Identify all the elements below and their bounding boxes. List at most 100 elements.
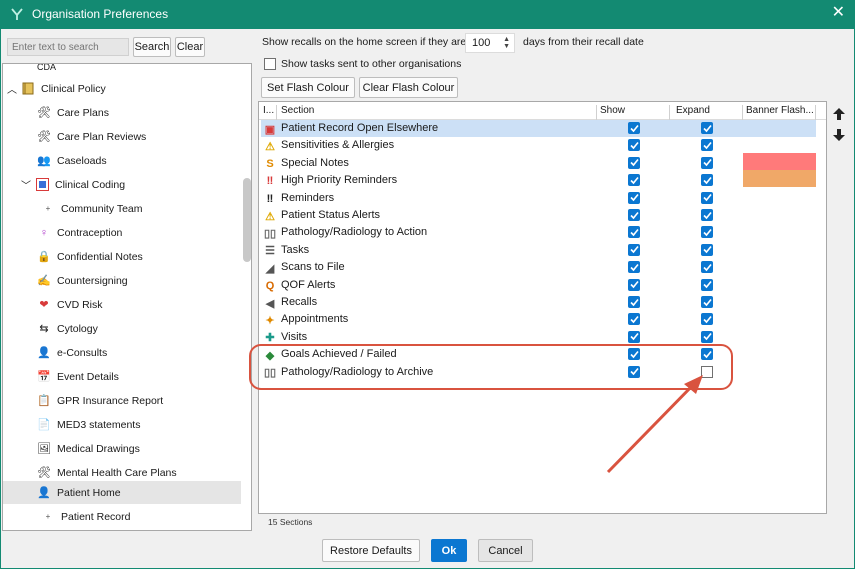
clear-search-button[interactable]: Clear [175,37,205,57]
expand-checkbox[interactable] [701,226,713,239]
clear-flash-colour-button[interactable]: Clear Flash Colour [359,77,458,98]
tree-item-care-plan-reviews[interactable]: 🛠 Care Plan Reviews [37,125,251,148]
tree-item-clinical-policy[interactable]: ︿ Clinical Policy [3,77,241,100]
stepper-arrows-icon[interactable]: ▲ ▼ [503,36,510,50]
tree-item-label: Care Plan Reviews [57,130,147,143]
tree-item-label: Cytology [57,322,98,335]
expand-checkbox[interactable] [701,191,713,204]
show-tasks-option[interactable]: Show tasks sent to other organisations [264,58,461,70]
expand-checkbox[interactable] [701,174,713,187]
expand-checkbox[interactable] [701,330,713,343]
table-row[interactable]: ⚠ Sensitivities & Allergies [259,137,826,154]
tree-item-cytology[interactable]: ⇆ Cytology [37,317,251,340]
recall-days-stepper[interactable]: 100 ▲ ▼ [465,33,515,53]
tree-item-cda[interactable]: CDA [37,64,251,78]
column-header-section[interactable]: Section [281,105,314,116]
expand-checkbox[interactable] [701,243,713,256]
tree-item-patient-home[interactable]: 👤 Patient Home [3,481,241,504]
tree-item-confidential-notes[interactable]: 🔒 Confidential Notes [37,245,251,268]
chevron-up-icon[interactable]: ︿ [7,81,21,96]
table-row[interactable]: ‼ Reminders [259,190,826,207]
test-tubes-icon: ▯▯ [263,227,277,240]
visits-icon: ✚ [265,332,275,345]
expand-checkbox[interactable] [701,122,713,134]
table-row[interactable]: ‼ High Priority Reminders [259,172,826,189]
double-exclaim-icon: ‼ [266,192,274,205]
close-icon[interactable]: ✕ [832,5,845,21]
show-checkbox[interactable] [628,296,640,308]
table-row[interactable]: ◢ Scans to File [259,259,826,276]
tree-item-patient-record[interactable]: + Patient Record [41,505,251,528]
table-row[interactable]: Q QOF Alerts [259,277,826,294]
table-row[interactable]: ◀ Recalls [259,294,826,311]
show-checkbox[interactable] [628,226,640,239]
tree-item-med3-statements[interactable]: 📄 MED3 statements [37,413,251,436]
window-title: Organisation Preferences [32,7,169,21]
warning-icon: ⚠ [265,210,275,223]
move-down-icon[interactable] [831,127,847,143]
show-checkbox[interactable] [628,122,640,134]
patient-home-icon: 👤 [37,487,51,499]
expand-checkbox[interactable] [701,209,713,221]
cancel-button[interactable]: Cancel [478,539,533,562]
table-row[interactable]: ⚠ Patient Status Alerts [259,207,826,224]
tree-item-clinical-coding[interactable]: ﹀ Clinical Coding [21,173,251,196]
search-button[interactable]: Search [133,37,171,57]
show-checkbox[interactable] [628,261,640,274]
tree-item-medical-drawings[interactable]: 🖼 Medical Drawings [37,437,251,460]
show-tasks-checkbox[interactable] [264,58,276,70]
tree-item-community-team[interactable]: + Community Team [41,197,251,220]
section-name: Special Notes [281,156,349,169]
show-checkbox[interactable] [628,243,640,256]
show-checkbox[interactable] [628,330,640,343]
expand-checkbox[interactable] [701,261,713,274]
table-row[interactable]: ▣ Patient Record Open Elsewhere [259,120,826,137]
section-name: High Priority Reminders [281,174,398,187]
tree-item-label: Event Details [57,370,119,383]
search-input[interactable] [7,38,129,56]
tree-item-caseloads[interactable]: 👥 Caseloads [37,149,251,172]
flash-swatch[interactable] [743,170,816,187]
tree-item-event-details[interactable]: 📅 Event Details [37,365,251,388]
table-row[interactable]: S Special Notes [259,155,826,172]
show-checkbox[interactable] [628,313,640,326]
table-row[interactable]: ✦ Appointments [259,311,826,328]
tree-item-countersigning[interactable]: ✍ Countersigning [37,269,251,292]
tree-item-label: Contraception [57,226,123,239]
column-header-icon[interactable]: I... [263,105,274,116]
chevron-down-icon[interactable]: ﹀ [21,177,35,192]
expand-checkbox[interactable] [701,296,713,308]
expand-checkbox[interactable] [701,313,713,326]
move-up-icon[interactable] [831,106,847,122]
expand-checkbox[interactable] [701,278,713,291]
column-header-expand[interactable]: Expand [676,105,710,116]
column-header-show[interactable]: Show [600,105,625,116]
table-row[interactable]: ☰ Tasks [259,242,826,259]
table-row[interactable]: ▯▯ Pathology/Radiology to Action [259,224,826,241]
show-checkbox[interactable] [628,156,640,169]
expand-checkbox[interactable] [701,139,713,152]
show-checkbox[interactable] [628,139,640,152]
column-header-banner-flash[interactable]: Banner Flash... [746,105,814,116]
tree-item-contraception[interactable]: ♀ Contraception [37,221,251,244]
section-name: Reminders [281,191,335,204]
tree-item-gpr-insurance-report[interactable]: 📋 GPR Insurance Report [37,389,251,412]
show-checkbox[interactable] [628,174,640,187]
recall-suffix-text: days from their recall date [523,36,644,48]
lock-icon: 🔒 [37,251,51,263]
set-flash-colour-button[interactable]: Set Flash Colour [261,77,355,98]
tree-scrollbar[interactable] [243,178,251,262]
tree-item-e-consults[interactable]: 👤 e-Consults [37,341,251,364]
tree-item-label: e-Consults [57,346,108,359]
restore-defaults-button[interactable]: Restore Defaults [322,539,420,562]
show-checkbox[interactable] [628,209,640,221]
section-name: Appointments [281,313,349,326]
tree-item-cvd-risk[interactable]: ❤ CVD Risk [37,293,251,316]
flash-swatch[interactable] [743,153,816,170]
expand-checkbox[interactable] [701,156,713,169]
show-checkbox[interactable] [628,278,640,291]
recall-days-value: 100 [472,37,491,49]
ok-button[interactable]: Ok [431,539,467,562]
show-checkbox[interactable] [628,191,640,204]
tree-item-care-plans[interactable]: 🛠 Care Plans [37,101,251,124]
